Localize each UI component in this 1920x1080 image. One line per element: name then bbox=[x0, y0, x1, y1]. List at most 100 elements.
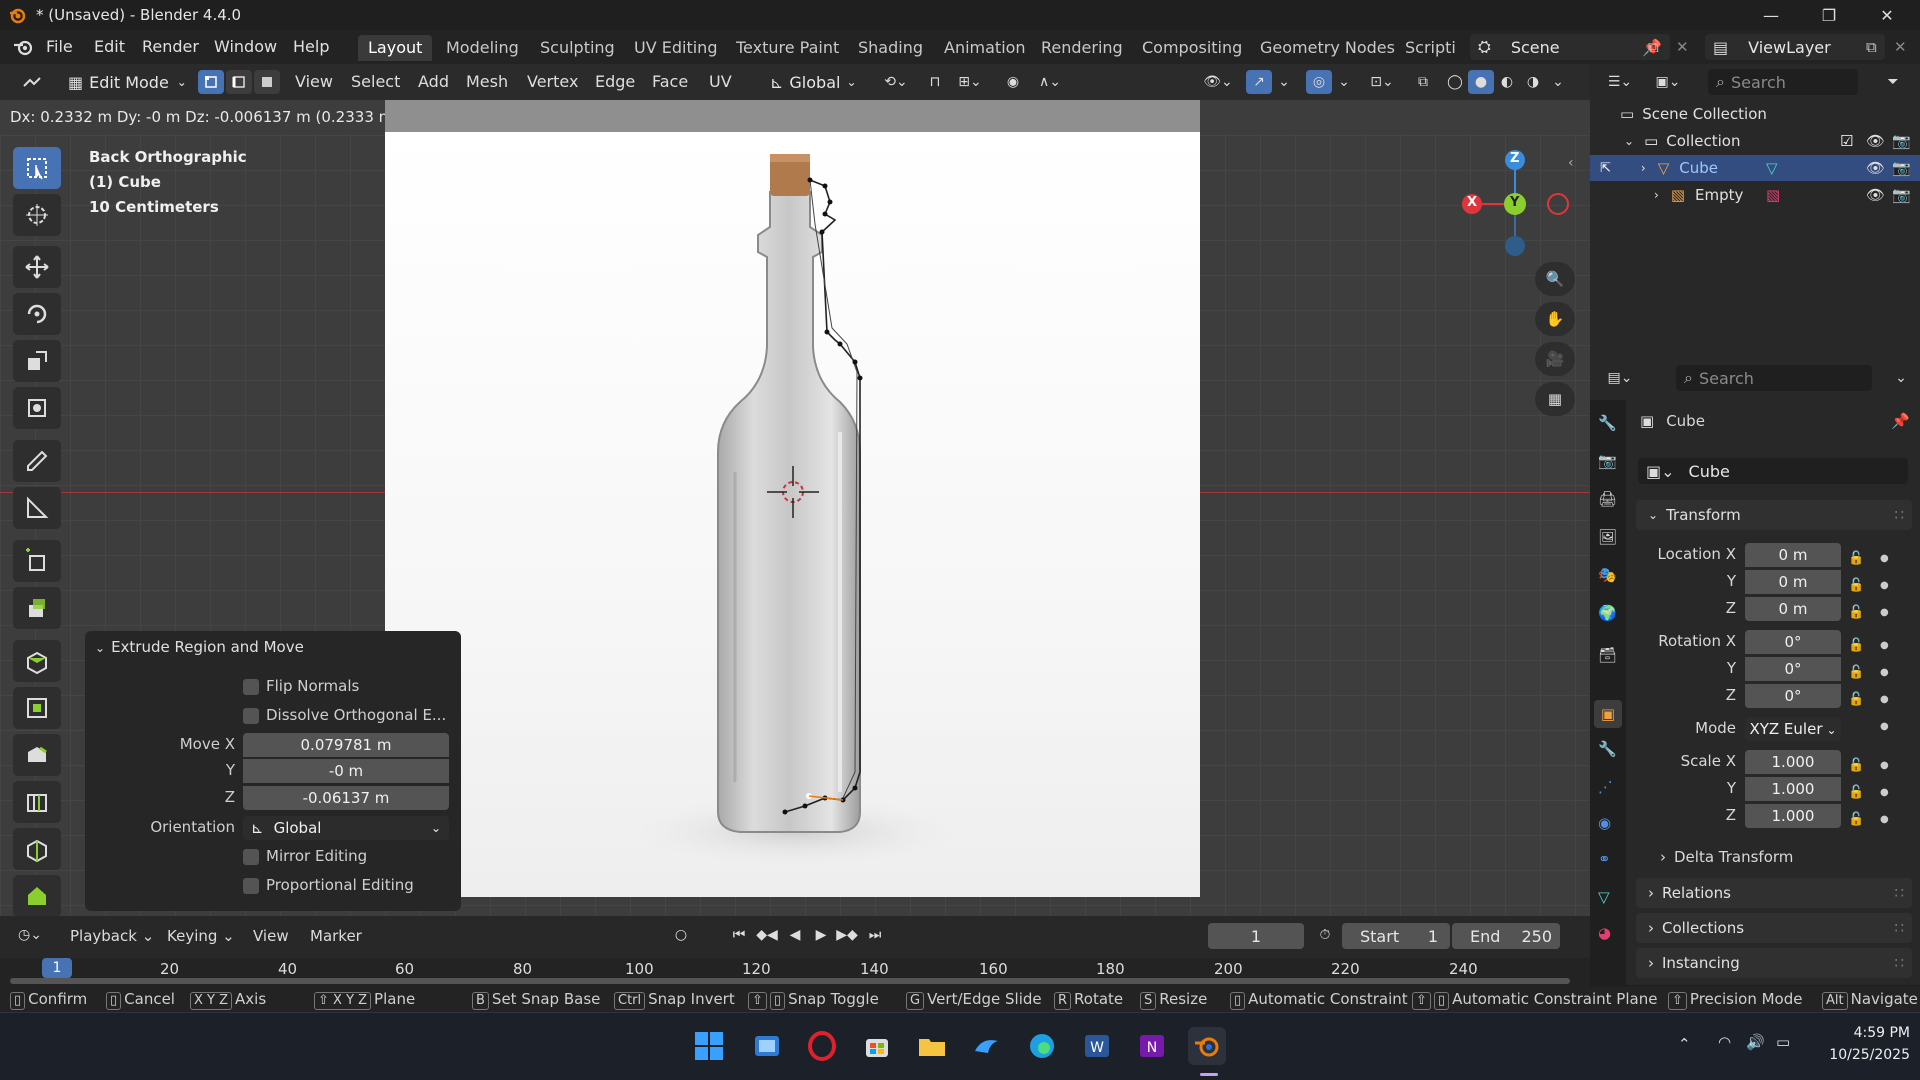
jump-start-icon[interactable]: ⏮ bbox=[726, 923, 752, 947]
lock-icons[interactable]: 🔓 🔓 🔓 bbox=[1848, 545, 1864, 626]
location-x-field[interactable]: 0 m bbox=[1745, 543, 1841, 567]
chevron-down-icon[interactable]: ⌄ bbox=[1274, 70, 1294, 94]
proportional-editing-icon[interactable]: ◉ bbox=[1000, 70, 1026, 94]
mesh-data-tab-icon[interactable]: ▽ bbox=[1598, 888, 1610, 906]
rotate-tool[interactable] bbox=[13, 293, 61, 335]
zoom-icon[interactable]: 🔍 bbox=[1535, 262, 1575, 296]
extrude-region-tool[interactable] bbox=[13, 587, 61, 629]
camera-render-icon[interactable]: 📷 bbox=[1892, 186, 1911, 204]
object-tab-icon[interactable]: ▣ bbox=[1594, 700, 1622, 728]
outliner-search-input[interactable]: ⌕ Search bbox=[1708, 69, 1858, 95]
location-z-field[interactable]: 0 m bbox=[1745, 597, 1841, 621]
keyframe-dots[interactable]: ● ● ● bbox=[1880, 545, 1889, 626]
scale-x-field[interactable]: 1.000 bbox=[1745, 750, 1841, 774]
menu-face[interactable]: Face bbox=[652, 72, 688, 91]
constraints-tab-icon[interactable]: ⚭ bbox=[1598, 850, 1611, 868]
camera-icon[interactable]: 🎥 bbox=[1535, 342, 1575, 376]
collections-section-header[interactable]: › Collections ∷ bbox=[1636, 913, 1912, 943]
tab-animation[interactable]: Animation bbox=[934, 35, 1036, 61]
battery-icon[interactable]: ▭ bbox=[1776, 1033, 1790, 1051]
store-icon[interactable] bbox=[858, 1027, 896, 1065]
minimize-button[interactable]: — bbox=[1742, 0, 1800, 30]
eye-icon[interactable]: 👁 bbox=[1866, 132, 1885, 150]
close-button[interactable]: ✕ bbox=[1858, 0, 1916, 30]
move-x-field[interactable]: 0.079781 m bbox=[243, 733, 449, 757]
start-icon[interactable] bbox=[690, 1027, 728, 1065]
task-view-icon[interactable] bbox=[748, 1027, 786, 1065]
pivot-point-icon[interactable]: ⟲⌄ bbox=[876, 70, 916, 94]
blender-taskbar-icon[interactable] bbox=[1188, 1027, 1226, 1065]
move-tool[interactable] bbox=[13, 246, 61, 288]
menu-mesh[interactable]: Mesh bbox=[466, 72, 508, 91]
tab-layout[interactable]: Layout bbox=[358, 35, 433, 61]
rotation-x-field[interactable]: 0° bbox=[1745, 630, 1841, 654]
orientation-dropdown[interactable]: ⊾ Global ⌄ bbox=[243, 816, 449, 840]
current-frame-marker[interactable]: 1 bbox=[42, 958, 72, 978]
move-z-field[interactable]: -0.06137 m bbox=[243, 786, 449, 810]
proportional-editing-checkbox[interactable] bbox=[243, 878, 259, 894]
display-mode-icon[interactable]: ▣⌄ bbox=[1648, 70, 1688, 94]
keyframe-dots[interactable]: ● ● ● ● bbox=[1880, 632, 1889, 740]
camera-render-icon[interactable]: 📷 bbox=[1892, 132, 1911, 150]
pan-hand-icon[interactable]: ✋ bbox=[1535, 302, 1575, 336]
timeline-editor-type-icon[interactable]: ◷⌄ bbox=[10, 923, 50, 947]
outliner-item-cube[interactable]: ⇱ › ▽ Cube ▽ 👁 📷 bbox=[1590, 155, 1920, 181]
rotation-z-field[interactable]: 0° bbox=[1745, 684, 1841, 708]
menu-view[interactable]: View bbox=[295, 72, 333, 91]
play-icon[interactable]: ▶ bbox=[808, 923, 834, 947]
tab-texture-paint[interactable]: Texture Paint bbox=[726, 35, 849, 61]
scene-tab-icon[interactable]: 🎭 bbox=[1598, 566, 1617, 584]
delete-view-layer-icon[interactable]: ✕ bbox=[1894, 38, 1907, 56]
chevron-up-icon[interactable]: ⌃ bbox=[1678, 1035, 1691, 1053]
auto-keying-icon[interactable]: ○ bbox=[668, 923, 694, 947]
tab-rendering[interactable]: Rendering bbox=[1031, 35, 1133, 61]
modifier-tab-icon[interactable]: 🔧 bbox=[1598, 740, 1617, 758]
menu-render[interactable]: Render bbox=[142, 37, 199, 56]
scene-collection-row[interactable]: ▭ Scene Collection bbox=[1590, 101, 1920, 127]
transform-tool[interactable] bbox=[13, 387, 61, 429]
tab-geometry-nodes[interactable]: Geometry Nodes bbox=[1250, 35, 1405, 61]
opera-icon[interactable] bbox=[803, 1027, 841, 1065]
keying-menu[interactable]: Keying ⌄ bbox=[167, 927, 235, 945]
maximize-button[interactable]: ❐ bbox=[1800, 0, 1858, 30]
mode-selector[interactable]: ▦ Edit Mode ⌄ bbox=[62, 69, 190, 95]
menu-vertex[interactable]: Vertex bbox=[527, 72, 578, 91]
menu-uv[interactable]: UV bbox=[709, 72, 732, 91]
properties-editor-type-icon[interactable]: ▤⌄ bbox=[1600, 366, 1640, 390]
end-frame-field[interactable]: End 250 bbox=[1452, 923, 1560, 949]
object-datablock-field[interactable]: ▣⌄ Cube bbox=[1638, 458, 1908, 484]
inset-faces-tool[interactable] bbox=[13, 687, 61, 729]
transform-section-header[interactable]: ⌄ Transform ∷ bbox=[1636, 500, 1912, 530]
solid-shading-icon[interactable]: ● bbox=[1468, 70, 1494, 94]
instancing-section-header[interactable]: › Instancing ∷ bbox=[1636, 948, 1912, 978]
rendered-shading-icon[interactable]: ◑ bbox=[1520, 70, 1546, 94]
scene-selector[interactable]: ⛭ Scene 📌 bbox=[1470, 34, 1670, 60]
collection-tab-icon[interactable]: 🗃 bbox=[1598, 646, 1617, 664]
flip-normals-checkbox[interactable] bbox=[243, 679, 259, 695]
tab-scripting[interactable]: Scripti bbox=[1395, 35, 1466, 61]
tab-uv-editing[interactable]: UV Editing bbox=[624, 35, 727, 61]
jump-keyframe-forward-icon[interactable]: ▶◆ bbox=[834, 923, 860, 947]
keyframe-dots[interactable]: ● ● ● bbox=[1880, 752, 1889, 833]
extrude-tool[interactable] bbox=[13, 640, 61, 682]
checkbox-icon[interactable]: ☑ bbox=[1840, 132, 1853, 150]
current-frame-field[interactable]: 1 bbox=[1208, 923, 1304, 949]
vertex-select-button[interactable] bbox=[198, 70, 224, 94]
menu-add[interactable]: Add bbox=[418, 72, 449, 91]
sidebar-toggle-icon[interactable]: ‹ bbox=[1568, 155, 1574, 171]
camera-render-icon[interactable]: 📷 bbox=[1892, 159, 1911, 177]
tab-modeling[interactable]: Modeling bbox=[436, 35, 529, 61]
material-tab-icon[interactable]: ◕ bbox=[1598, 924, 1611, 942]
timeline-view-menu[interactable]: View bbox=[253, 927, 289, 945]
clock-date[interactable]: 10/25/2025 bbox=[1810, 1047, 1910, 1063]
scale-y-field[interactable]: 1.000 bbox=[1745, 777, 1841, 801]
timeline-scrollbar[interactable] bbox=[10, 978, 1570, 984]
output-tab-icon[interactable]: 🖨 bbox=[1598, 490, 1617, 508]
tab-compositing[interactable]: Compositing bbox=[1132, 35, 1252, 61]
chevron-down-icon[interactable]: ⌄ bbox=[1888, 366, 1914, 390]
navigation-gizmo[interactable]: Z X Y bbox=[1455, 146, 1585, 266]
poly-build-tool[interactable] bbox=[13, 875, 61, 917]
edge-icon[interactable] bbox=[1023, 1027, 1061, 1065]
dolphin-app-icon[interactable] bbox=[968, 1027, 1006, 1065]
drag-handle-icon[interactable]: ∷ bbox=[1894, 919, 1904, 937]
